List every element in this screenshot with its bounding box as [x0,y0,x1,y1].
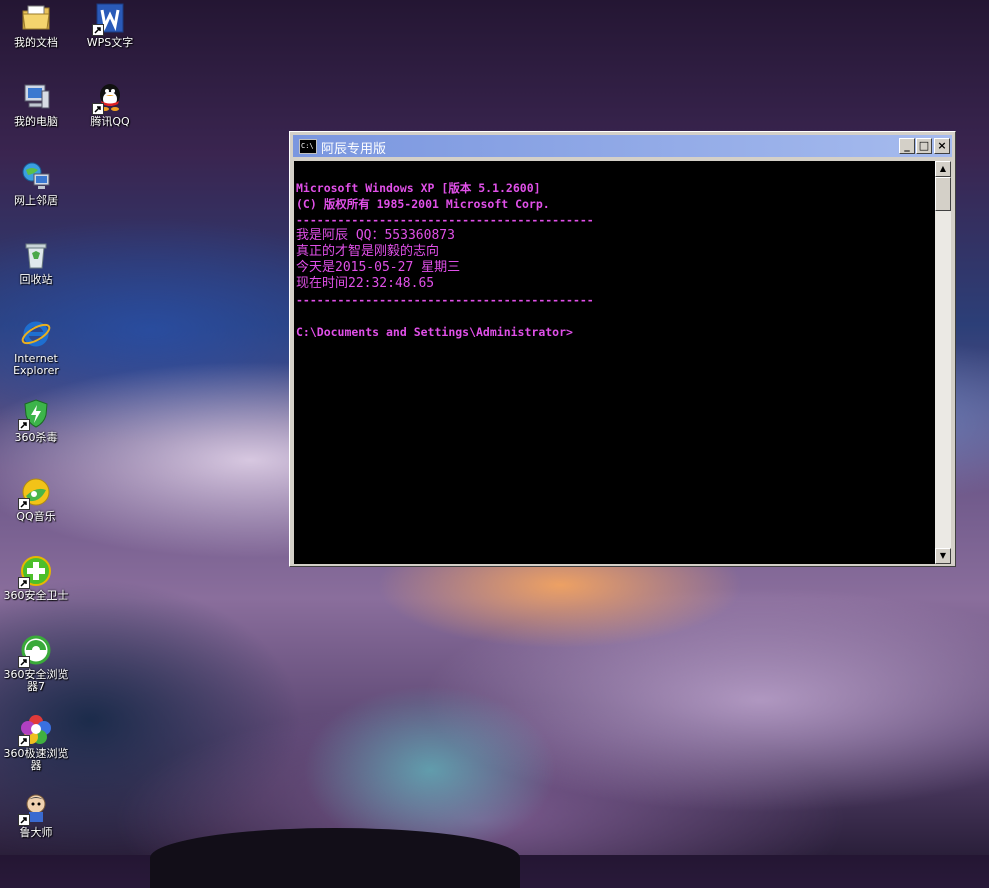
desktop-icon-360-antivirus[interactable]: 360杀毒 [0,397,72,444]
desktop-icon-360-safeguard[interactable]: 360安全卫士 [0,555,72,602]
close-button[interactable]: × [934,138,950,154]
desktop-icon-label: 腾讯QQ [90,115,130,128]
console-window[interactable]: C:\ 阿辰专用版 _ □ × Microsoft Windows XP [版本… [289,131,956,567]
desktop-icon-my-computer[interactable]: 我的电脑 [0,81,72,128]
console-line: 真正的才智是刚毅的志向 [296,244,440,259]
desktop-icon-label: 360杀毒 [14,431,58,444]
360-safeguard-icon [18,555,52,589]
window-title: 阿辰专用版 [321,142,387,157]
vertical-scrollbar[interactable]: ▲ ▼ [935,161,951,564]
desktop-icon-label: 回收站 [19,273,53,286]
shortcut-arrow-icon [92,103,104,115]
internet-explorer-icon [20,318,52,350]
network-places-icon [20,160,52,192]
desktop-icon-my-documents[interactable]: 我的文档 [0,2,72,49]
console-line: 我是阿辰 QQ：553360873 [296,228,455,243]
scroll-thumb[interactable] [935,177,951,211]
desktop-icon-label: WPS文字 [86,36,134,49]
console-output[interactable]: Microsoft Windows XP [版本 5.1.2600] (C) 版权… [294,161,935,564]
console-line: 今天是2015-05-27 星期三 [296,260,461,275]
tencent-qq-icon [92,81,126,115]
console-line: ----------------------------------------… [296,213,594,227]
console-line: Microsoft Windows XP [版本 5.1.2600] [296,181,541,195]
desktop-icon-label: 360安全卫士 [3,589,69,602]
desktop-icon-label: 我的文档 [14,36,58,49]
360-speed-browser-icon [18,713,52,747]
scroll-down-button[interactable]: ▼ [935,548,951,564]
console-text-block: Microsoft Windows XP [版本 5.1.2600] (C) 版权… [296,164,594,372]
shortcut-arrow-icon [18,814,30,826]
wps-writer-icon [92,2,126,36]
desktop-icon-label: 360极速浏览器 [3,747,69,772]
qq-music-icon [18,476,52,510]
desktop-icon-label: QQ音乐 [16,510,56,523]
window-titlebar[interactable]: C:\ 阿辰专用版 _ □ × [293,135,952,157]
shortcut-arrow-icon [18,419,30,431]
minimize-button[interactable]: _ [899,138,915,154]
360-antivirus-icon [18,397,52,431]
360-secure-browser-icon [18,634,52,668]
console-app-icon[interactable]: C:\ [299,139,317,154]
my-documents-icon [20,2,52,34]
desktop-icon-network-places[interactable]: 网上邻居 [0,160,72,207]
desktop-icon-tencent-qq[interactable]: 腾讯QQ [74,81,146,128]
shortcut-arrow-icon [18,656,30,668]
desktop-icon-label: 我的电脑 [14,115,58,128]
console-line: (C) 版权所有 1985-2001 Microsoft Corp. [296,197,550,211]
recycle-bin-icon [20,239,52,271]
desktop-icon-label: 360安全浏览器7 [3,668,69,693]
console-line: ----------------------------------------… [296,293,594,307]
desktop-icon-qq-music[interactable]: QQ音乐 [0,476,72,523]
desktop-icon-label: 网上邻居 [14,194,58,207]
scroll-up-button[interactable]: ▲ [935,161,951,177]
desktop-icon-360-secure-browser[interactable]: 360安全浏览器7 [0,634,72,693]
desktop-icon-label: Internet Explorer [13,352,59,377]
desktop-icon-internet-explorer[interactable]: Internet Explorer [0,318,72,377]
my-computer-icon [20,81,52,113]
shortcut-arrow-icon [18,577,30,589]
maximize-button[interactable]: □ [916,138,932,154]
console-line: 现在时间22:32:48.65 [296,276,435,291]
mountain-silhouette [150,828,520,888]
ludashi-icon [18,792,52,826]
desktop-icon-wps-writer[interactable]: WPS文字 [74,2,146,49]
desktop-icon-recycle-bin[interactable]: 回收站 [0,239,72,286]
shortcut-arrow-icon [18,498,30,510]
command-prompt[interactable]: C:\Documents and Settings\Administrator> [296,324,594,340]
desktop-icon-ludashi[interactable]: 鲁大师 [0,792,72,839]
shortcut-arrow-icon [18,735,30,747]
desktop-icon-360-speed-browser[interactable]: 360极速浏览器 [0,713,72,772]
desktop-icon-label: 鲁大师 [19,826,53,839]
shortcut-arrow-icon [92,24,104,36]
